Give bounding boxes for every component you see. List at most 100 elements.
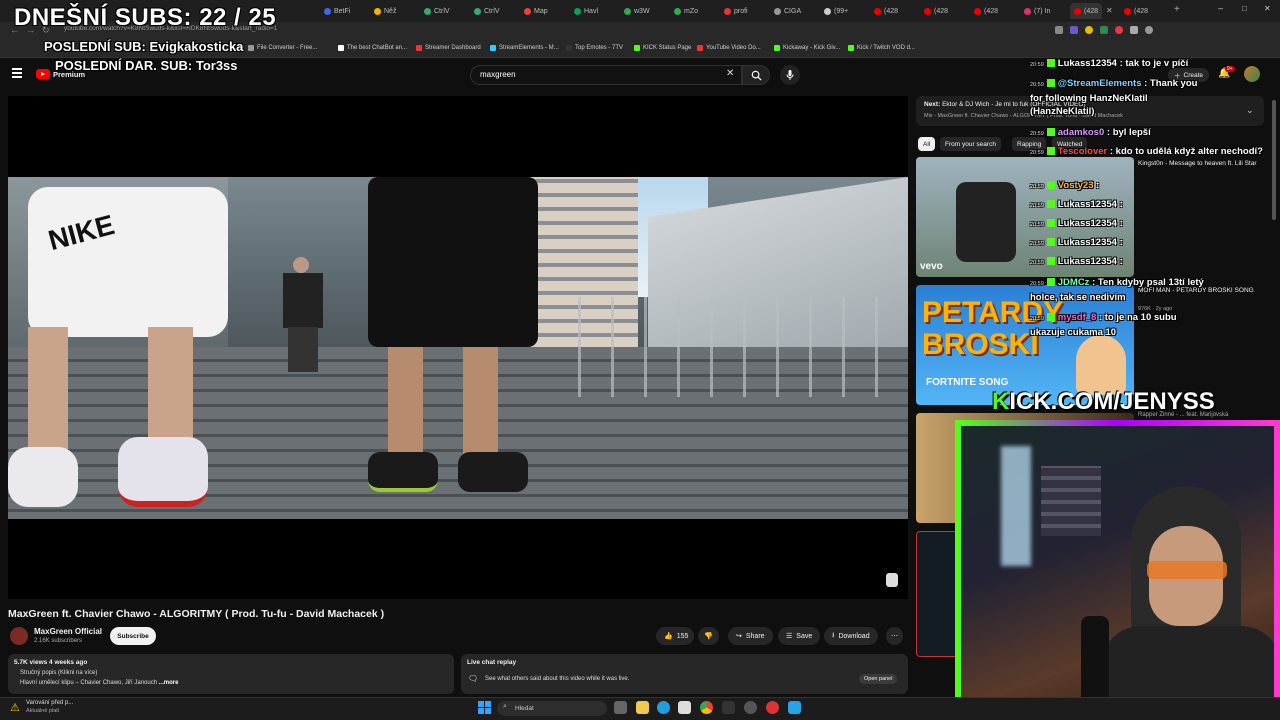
channel-avatar[interactable] xyxy=(10,627,28,645)
bookmark-item[interactable]: KICK Status Page xyxy=(634,45,691,51)
browser-tab[interactable]: mZo xyxy=(670,3,702,19)
browser-tab[interactable]: CtrlV xyxy=(470,3,504,19)
browser-tab[interactable]: (428 xyxy=(1070,3,1103,19)
channel-name[interactable]: MaxGreen Official xyxy=(34,627,102,636)
chat-message: 20:59 Lukass12354 : xyxy=(1030,218,1123,229)
extensions-icons[interactable] xyxy=(1055,26,1153,34)
chat-text: : byl lepší xyxy=(1104,127,1151,138)
chat-message: 20:59 @StreamElements : Thank you for fol… xyxy=(1030,77,1210,118)
bookmark-item[interactable]: YouTube Video Do... xyxy=(697,45,761,51)
tab-favicon-icon xyxy=(824,7,831,15)
save-button[interactable]: ☰ Save xyxy=(778,627,821,645)
browser-tab[interactable]: (428 xyxy=(870,3,902,19)
more-actions-button[interactable]: ⋯ xyxy=(886,627,903,645)
tab-favicon-icon xyxy=(524,7,531,15)
app-icon-red[interactable] xyxy=(766,701,779,714)
dislike-button[interactable]: 👎 xyxy=(698,627,719,645)
kick-badge-icon xyxy=(1046,257,1055,266)
store-icon[interactable] xyxy=(678,701,691,714)
tab-close-icon[interactable]: ✕ xyxy=(1106,6,1113,15)
terminal-icon[interactable] xyxy=(722,701,735,714)
bookmark-item[interactable]: The best ChatBot an... xyxy=(338,45,407,51)
bookmark-item[interactable]: Top Emotes - 7TV xyxy=(566,45,623,51)
tab-label: profi xyxy=(734,7,748,15)
tab-label: Něž xyxy=(384,7,397,15)
video-title: MaxGreen ft. Chavier Chawo - ALGORITMY (… xyxy=(8,608,385,620)
browser-tab[interactable]: Něž xyxy=(370,3,400,19)
warning-icon[interactable]: ⚠ xyxy=(10,701,20,714)
bookmark-favicon-icon xyxy=(774,45,780,51)
open-panel-button[interactable]: Open panel xyxy=(859,674,898,684)
chip-all[interactable]: All xyxy=(918,137,936,151)
notifications-button[interactable]: 🔔 9+ xyxy=(1218,66,1235,79)
browser-tab[interactable]: CIGA xyxy=(770,3,805,19)
bookmark-label: YouTube Video Do... xyxy=(706,45,761,51)
browser-tab[interactable]: (428 xyxy=(920,3,952,19)
window-minimize-icon[interactable]: – xyxy=(1218,3,1223,13)
browser-tab[interactable]: (428 xyxy=(970,3,1002,19)
railing xyxy=(548,297,908,397)
chat-username: @StreamElements xyxy=(1057,78,1142,89)
chip-from-your-search[interactable]: From your search xyxy=(940,137,1001,151)
window-close-icon[interactable]: ✕ xyxy=(1264,4,1271,13)
file-explorer-icon[interactable] xyxy=(636,701,649,714)
browser-tab[interactable]: Havl xyxy=(570,3,602,19)
account-avatar[interactable] xyxy=(1244,66,1260,82)
bookmark-item[interactable]: Kick / Twitch VOD d... xyxy=(848,45,915,51)
browser-tab[interactable]: profi xyxy=(720,3,752,19)
bookmark-item[interactable]: Streamer Dashboard xyxy=(416,45,481,51)
kick-badge-icon xyxy=(1046,59,1055,68)
warning-title[interactable]: Varování před p... xyxy=(26,700,73,706)
chat-username: Tescolover xyxy=(1057,146,1108,157)
like-button[interactable]: 👍 155 xyxy=(656,627,695,645)
browser-tab[interactable]: (428 xyxy=(1120,3,1152,19)
sidebar-scrollbar[interactable] xyxy=(1272,100,1276,220)
sidebar-video-title-1[interactable]: Kingst0n - Message to heaven ft. Lili St… xyxy=(1138,159,1258,168)
app-icon-blue[interactable] xyxy=(788,701,801,714)
browser-tab[interactable]: BetFi xyxy=(320,3,354,19)
chevron-down-icon[interactable]: ⌄ xyxy=(1246,105,1254,116)
bookmark-item[interactable]: Kickaway - Kick Giv... xyxy=(774,45,840,51)
chat-message: 20:59 mysdf_8 : to je na 10 subu ukazuje … xyxy=(1030,311,1210,339)
kick-badge-icon xyxy=(1046,181,1055,190)
bookmark-item[interactable]: StreamElements - M... xyxy=(490,45,559,51)
browser-tab[interactable]: CtrlV xyxy=(420,3,454,19)
subscribe-button[interactable]: Subscribe xyxy=(110,627,156,645)
chat-username: Vosty23 xyxy=(1057,180,1094,191)
browser-tab[interactable]: (99+ xyxy=(820,3,852,19)
notification-count: 9+ xyxy=(1225,66,1235,72)
browser-tab[interactable]: w3W xyxy=(620,3,654,19)
start-button[interactable] xyxy=(478,701,491,714)
voice-search-button[interactable] xyxy=(780,65,800,85)
video-frame[interactable]: NIKE xyxy=(8,177,908,519)
tab-label: Havl xyxy=(584,7,599,15)
menu-icon[interactable] xyxy=(12,68,22,78)
search-button[interactable] xyxy=(742,65,770,85)
window-maximize-icon[interactable]: □ xyxy=(1242,4,1247,13)
browser-tab[interactable]: (7) In xyxy=(1020,3,1054,19)
tab-label: (428 xyxy=(1134,7,1149,15)
edge-icon[interactable] xyxy=(657,701,670,714)
browser-tab[interactable]: Map xyxy=(520,3,552,19)
more-link[interactable]: ...more xyxy=(159,680,179,686)
chat-message: 20:59 Lukass12354 : xyxy=(1030,256,1123,267)
new-tab-icon[interactable]: + xyxy=(1174,4,1180,15)
description-box[interactable]: 5.7K views 4 weeks ago Stručný popis (Kl… xyxy=(8,654,454,694)
share-icon: ↪ xyxy=(736,633,742,640)
bookmark-favicon-icon xyxy=(848,45,854,51)
task-view-icon[interactable] xyxy=(614,701,627,714)
chrome-icon[interactable] xyxy=(700,701,713,714)
bookmark-favicon-icon xyxy=(416,45,422,51)
chat-time: 20:59 xyxy=(1030,260,1044,266)
share-button[interactable]: ↪ Share xyxy=(728,627,773,645)
download-button[interactable]: ⭳ Download xyxy=(824,627,878,645)
taskbar-search[interactable]: Hledat xyxy=(497,701,607,716)
tab-label: w3W xyxy=(634,7,650,15)
tab-favicon-icon xyxy=(924,7,931,15)
clear-search-icon[interactable]: ✕ xyxy=(726,68,734,79)
chat-username: Lukass12354 xyxy=(1057,256,1117,267)
bookmark-item[interactable]: File Converter - Free... xyxy=(248,45,317,51)
obs-icon[interactable] xyxy=(744,701,757,714)
player-mini-icon[interactable] xyxy=(886,573,898,587)
chat-username: JDMCz xyxy=(1057,277,1090,288)
